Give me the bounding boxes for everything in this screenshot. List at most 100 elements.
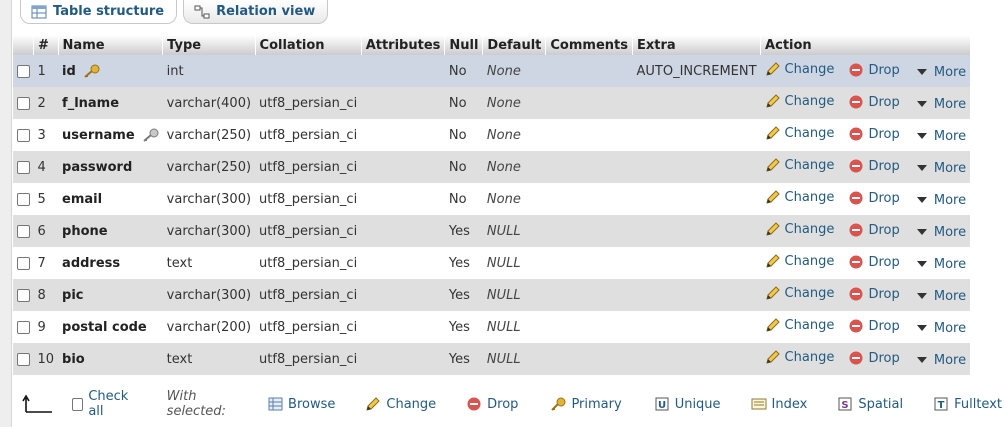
change-button[interactable]: Change	[765, 349, 834, 365]
table-row[interactable]: 6 phone varchar(300) utf8_persian_ci Yes…	[12, 215, 971, 247]
drop-button[interactable]: Drop	[848, 318, 900, 334]
row-checkbox[interactable]	[16, 288, 30, 302]
table-row[interactable]: 1 id int No None AUTO_INCREMENT Change D…	[12, 55, 971, 87]
row-checkbox[interactable]	[16, 352, 30, 366]
column-null: Yes	[444, 247, 483, 279]
bulk-drop-button[interactable]: Drop	[466, 396, 518, 412]
check-all-checkbox[interactable]	[72, 397, 84, 411]
more-dropdown[interactable]: More	[914, 128, 966, 144]
bulk-change-button[interactable]: Change	[365, 396, 436, 412]
column-name-cell: phone	[58, 215, 163, 247]
more-label: More	[933, 96, 967, 112]
change-button[interactable]: Change	[765, 93, 834, 109]
drop-button[interactable]: Drop	[848, 190, 900, 206]
tab-table-structure[interactable]: Table structure	[20, 0, 178, 24]
left-panel-edge	[0, 0, 12, 427]
column-collation: utf8_persian_ci	[255, 183, 362, 215]
check-all[interactable]: Check all	[72, 389, 139, 419]
more-dropdown[interactable]: More	[914, 352, 966, 368]
change-button[interactable]: Change	[765, 157, 834, 173]
column-extra	[632, 311, 761, 343]
more-dropdown[interactable]: More	[914, 192, 966, 208]
table-row[interactable]: 4 password varchar(250) utf8_persian_ci …	[12, 151, 971, 183]
column-type: varchar(300)	[162, 215, 256, 247]
column-type: varchar(400)	[162, 87, 256, 119]
table-row[interactable]: 3 username varchar(250) utf8_persian_ci …	[12, 119, 971, 151]
table-row[interactable]: 7 address text utf8_persian_ci Yes NULL …	[12, 247, 971, 279]
header-null: Null	[444, 35, 483, 55]
more-label: More	[933, 128, 967, 144]
bulk-spatial-button[interactable]: S Spatial	[837, 396, 903, 412]
caret-down-icon	[914, 160, 930, 176]
column-extra	[632, 151, 761, 183]
change-button[interactable]: Change	[765, 61, 834, 77]
change-label: Change	[784, 253, 835, 269]
row-checkbox-cell	[12, 343, 34, 375]
row-actions: Change Drop More	[760, 183, 971, 215]
row-checkbox[interactable]	[16, 192, 30, 206]
drop-button[interactable]: Drop	[848, 94, 900, 110]
bulk-browse-button[interactable]: Browse	[267, 396, 335, 412]
row-checkbox[interactable]	[16, 224, 30, 238]
drop-button[interactable]: Drop	[848, 222, 900, 238]
row-checkbox[interactable]	[16, 64, 30, 78]
table-row[interactable]: 9 postal code varchar(200) utf8_persian_…	[12, 311, 971, 343]
bulk-unique-button[interactable]: U Unique	[654, 396, 721, 412]
column-attributes	[361, 119, 445, 151]
row-checkbox[interactable]	[16, 256, 30, 270]
more-dropdown[interactable]: More	[914, 160, 966, 176]
change-button[interactable]: Change	[765, 125, 834, 141]
table-row[interactable]: 2 f_lname varchar(400) utf8_persian_ci N…	[12, 87, 971, 119]
row-checkbox[interactable]	[16, 96, 30, 110]
more-label: More	[933, 256, 967, 272]
row-actions: Change Drop More	[760, 151, 971, 183]
drop-button[interactable]: Drop	[848, 158, 900, 174]
bulk-drop-label: Drop	[487, 396, 519, 412]
drop-icon	[848, 286, 864, 302]
bulk-primary-button[interactable]: Primary	[550, 396, 622, 412]
change-button[interactable]: Change	[765, 189, 834, 205]
change-button[interactable]: Change	[765, 317, 834, 333]
pencil-icon	[765, 221, 781, 237]
bulk-index-button[interactable]: Index	[751, 396, 807, 412]
row-number: 2	[33, 87, 59, 119]
primary-key-icon	[550, 396, 566, 412]
row-actions: Change Drop More	[760, 87, 971, 119]
column-extra	[632, 215, 761, 247]
header-name[interactable]: Name	[57, 35, 163, 55]
column-default: None	[482, 183, 546, 215]
table-row[interactable]: 8 pic varchar(300) utf8_persian_ci Yes N…	[12, 279, 971, 311]
drop-icon	[848, 94, 864, 110]
more-dropdown[interactable]: More	[914, 64, 966, 80]
more-dropdown[interactable]: More	[914, 224, 966, 240]
check-all-label[interactable]: Check all	[88, 389, 138, 419]
caret-down-icon	[914, 320, 930, 336]
table-row[interactable]: 5 email varchar(300) utf8_persian_ci No …	[12, 183, 971, 215]
change-button[interactable]: Change	[765, 253, 835, 269]
column-default: NULL	[482, 343, 546, 375]
unique-key-icon	[141, 128, 159, 142]
more-dropdown[interactable]: More	[914, 256, 966, 272]
drop-button[interactable]: Drop	[848, 286, 900, 302]
row-checkbox[interactable]	[16, 320, 30, 334]
column-comments	[545, 87, 633, 119]
tab-relation-view[interactable]: Relation view	[183, 0, 329, 24]
row-checkbox[interactable]	[16, 128, 30, 142]
drop-button[interactable]: Drop	[848, 62, 900, 78]
drop-button[interactable]: Drop	[848, 350, 900, 366]
row-number: 9	[33, 311, 59, 343]
drop-label: Drop	[868, 350, 900, 366]
drop-button[interactable]: Drop	[848, 126, 900, 142]
change-button[interactable]: Change	[765, 221, 834, 237]
tab-label: Table structure	[53, 4, 165, 19]
more-dropdown[interactable]: More	[914, 320, 966, 336]
more-label: More	[933, 64, 967, 80]
change-button[interactable]: Change	[765, 285, 834, 301]
drop-button[interactable]: Drop	[848, 254, 900, 270]
bulk-fulltext-button[interactable]: T Fulltext	[933, 396, 1002, 412]
table-row[interactable]: 10 bio text utf8_persian_ci Yes NULL Cha…	[12, 343, 971, 375]
more-dropdown[interactable]: More	[914, 288, 966, 304]
drop-label: Drop	[868, 286, 900, 302]
more-dropdown[interactable]: More	[914, 96, 966, 112]
row-checkbox[interactable]	[16, 160, 30, 174]
